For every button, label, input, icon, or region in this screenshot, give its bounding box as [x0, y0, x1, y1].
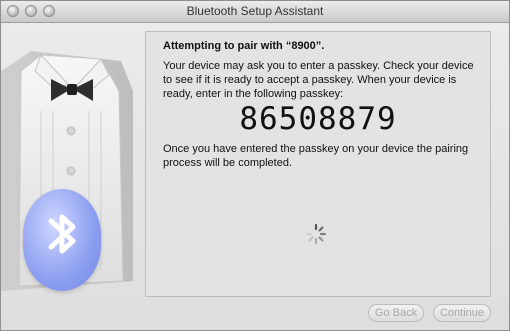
pairing-followup-text: Once you have entered the passkey on you…: [163, 143, 469, 169]
window-title: Bluetooth Setup Assistant: [186, 4, 324, 18]
go-back-button[interactable]: Go Back: [368, 304, 424, 322]
bluetooth-icon: [23, 189, 101, 291]
continue-button[interactable]: Continue: [433, 304, 491, 322]
bluetooth-setup-window: Bluetooth Setup Assistant Attempting to …: [0, 0, 510, 331]
passkey-display: 86508879: [239, 101, 397, 137]
title-bar[interactable]: Bluetooth Setup Assistant: [1, 1, 509, 23]
passkey-instructions: Your device may ask you to enter a passk…: [163, 60, 474, 100]
pairing-heading: Attempting to pair with “8900”.: [163, 40, 325, 52]
progress-spinner-icon: [305, 223, 327, 245]
